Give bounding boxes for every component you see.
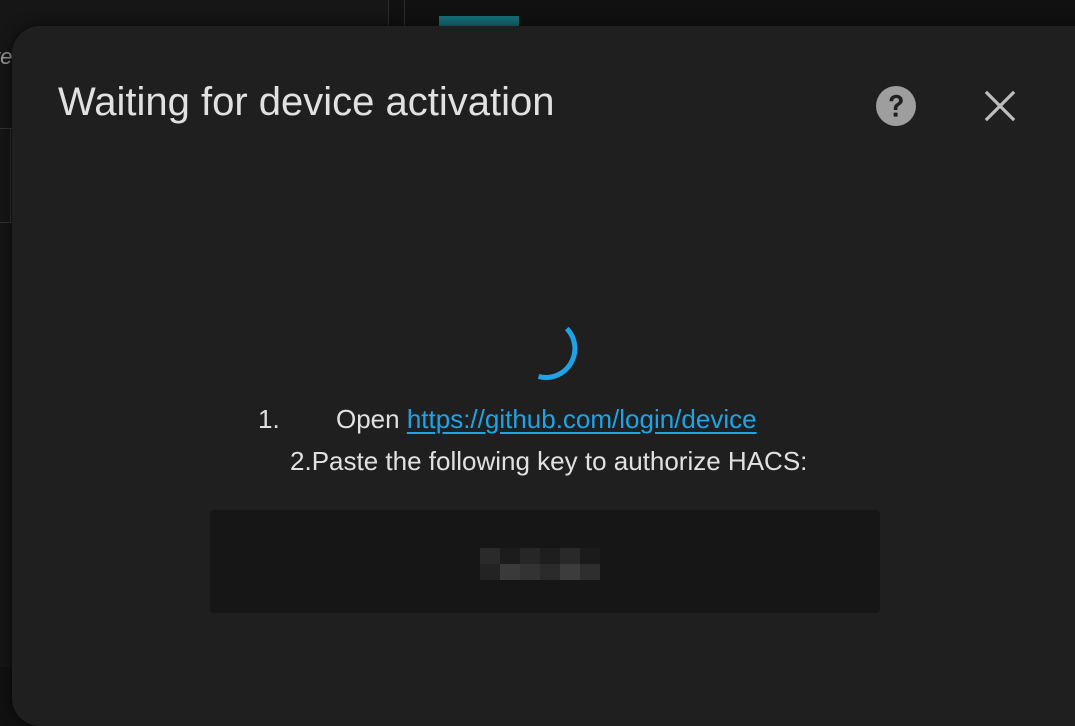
step-number: 2. — [290, 446, 312, 476]
help-circle-icon — [876, 86, 916, 126]
step-number: 1. — [258, 404, 280, 434]
redacted-code-pixelation — [480, 548, 600, 580]
device-activation-dialog: Waiting for device activation 1. Open ht… — [12, 26, 1075, 726]
close-icon — [984, 90, 1016, 122]
background-tab-indicator — [439, 16, 519, 26]
help-button[interactable] — [872, 82, 920, 130]
close-button[interactable] — [976, 82, 1024, 130]
step-2-text: 2.Paste the following key to authorize H… — [290, 444, 807, 478]
github-device-login-link[interactable]: https://github.com/login/device — [407, 404, 757, 434]
step-1-prefix: Open — [336, 404, 407, 434]
background-partial-text: te — [0, 44, 13, 69]
background-line — [10, 128, 11, 223]
step-2-label: Paste the following key to authorize HAC… — [311, 446, 808, 476]
step-1-text: Open https://github.com/login/device — [336, 402, 757, 436]
dialog-title: Waiting for device activation — [58, 80, 555, 124]
loading-spinner — [537, 326, 578, 380]
device-code-box[interactable] — [210, 510, 880, 613]
